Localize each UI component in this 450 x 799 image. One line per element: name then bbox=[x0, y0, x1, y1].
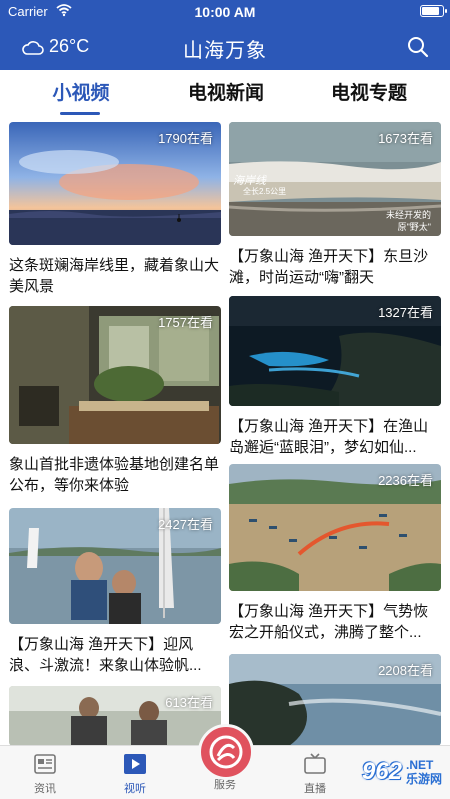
service-icon bbox=[209, 735, 243, 769]
app-title: 山海万象 bbox=[183, 40, 267, 62]
view-count: 1327在看 bbox=[378, 305, 433, 320]
nav-video[interactable]: 视听 bbox=[110, 752, 160, 796]
video-thumbnail[interactable]: 2208在看 bbox=[229, 654, 441, 746]
video-title[interactable]: 这条斑斓海岸线里，藏着象山大美风景 bbox=[9, 255, 221, 297]
category-tabs: 小视频 电视新闻 电视专题 bbox=[0, 70, 450, 118]
view-count: 1757在看 bbox=[158, 315, 213, 330]
video-title[interactable]: 【万象山海 渔开天下】东旦沙滩，时尚运动“嗨”翻天 bbox=[229, 246, 441, 288]
video-card[interactable]: 2236在看 【万象山海 渔开天下】气势恢宏之开船仪式，沸腾了整个... bbox=[229, 464, 441, 643]
tab-tv-news[interactable]: 电视新闻 bbox=[183, 78, 269, 105]
video-thumbnail[interactable]: 2236在看 bbox=[229, 464, 441, 591]
video-card[interactable]: 1790在看 这条斑斓海岸线里，藏着象山大美风景 bbox=[9, 122, 221, 297]
video-thumbnail[interactable]: 海岸线 全长2.5公里 未经开发的 原"野太" 1673在看 bbox=[229, 122, 441, 236]
image-caption: 原"野太" bbox=[397, 222, 431, 232]
video-card[interactable]: 1327在看 【万象山海 渔开天下】在渔山岛邂逅“蓝眼泪”，梦幻如仙... bbox=[229, 296, 441, 458]
video-thumbnail[interactable]: 1757在看 bbox=[9, 306, 221, 444]
video-title[interactable]: 【万象山海 渔开天下】气势恢宏之开船仪式，沸腾了整个... bbox=[229, 601, 441, 643]
tab-underline bbox=[60, 112, 100, 115]
video-thumbnail[interactable]: 613在看 bbox=[9, 686, 221, 746]
nav-live-label: 直播 bbox=[304, 783, 326, 795]
search-icon bbox=[408, 37, 429, 58]
video-card[interactable]: 1757在看 象山首批非遗体验基地创建名单公布，等你来体验 bbox=[9, 306, 221, 496]
watermark-domain: .NET bbox=[405, 758, 434, 772]
watermark: 962 .NET 乐游网 bbox=[362, 752, 442, 792]
nav-live[interactable]: 直播 bbox=[290, 752, 340, 796]
watermark-brand: 962 bbox=[361, 758, 402, 785]
play-icon bbox=[123, 752, 147, 776]
video-title[interactable]: 【万象山海 渔开天下】在渔山岛邂逅“蓝眼泪”，梦幻如仙... bbox=[229, 416, 441, 458]
video-card[interactable]: 2208在看 bbox=[229, 654, 441, 746]
view-count: 1790在看 bbox=[158, 131, 213, 146]
view-count: 1673在看 bbox=[378, 131, 433, 146]
battery-level bbox=[422, 7, 439, 15]
video-card[interactable]: 海岸线 全长2.5公里 未经开发的 原"野太" 1673在看 【万象山海 渔开天… bbox=[229, 122, 441, 288]
top-bar: Carrier 10:00 AM 26°C 山海万象 bbox=[0, 0, 450, 70]
view-count: 2427在看 bbox=[158, 517, 213, 532]
video-title[interactable]: 【万象山海 渔开天下】迎风浪、斗激流！来象山体验帆... bbox=[9, 634, 221, 676]
watermark-sub: 乐游网 bbox=[405, 772, 442, 786]
nav-news[interactable]: 资讯 bbox=[20, 752, 70, 796]
tab-short-video[interactable]: 小视频 bbox=[50, 78, 112, 105]
tv-icon bbox=[303, 752, 327, 776]
tab-tv-special[interactable]: 电视专题 bbox=[326, 78, 412, 105]
view-count: 2236在看 bbox=[378, 473, 433, 488]
news-icon bbox=[33, 752, 57, 776]
image-caption: 全长2.5公里 bbox=[243, 187, 287, 196]
view-count: 2208在看 bbox=[378, 663, 433, 678]
nav-news-label: 资讯 bbox=[34, 783, 56, 795]
video-thumbnail[interactable]: 1790在看 bbox=[9, 122, 221, 245]
video-thumbnail[interactable]: 2427在看 bbox=[9, 508, 221, 624]
nav-video-label: 视听 bbox=[124, 783, 146, 795]
service-button[interactable] bbox=[198, 724, 254, 780]
nav-service-label: 服务 bbox=[214, 779, 236, 791]
search-button[interactable] bbox=[406, 35, 430, 59]
status-bar: Carrier 10:00 AM bbox=[0, 0, 450, 24]
clock: 10:00 AM bbox=[194, 4, 256, 20]
video-card[interactable]: 613在看 bbox=[9, 686, 221, 746]
video-title[interactable]: 象山首批非遗体验基地创建名单公布，等你来体验 bbox=[9, 454, 221, 496]
header: 26°C 山海万象 bbox=[0, 24, 450, 70]
video-card[interactable]: 2427在看 【万象山海 渔开天下】迎风浪、斗激流！来象山体验帆... bbox=[9, 508, 221, 676]
battery-icon bbox=[420, 5, 447, 17]
video-thumbnail[interactable]: 1327在看 bbox=[229, 296, 441, 406]
view-count: 613在看 bbox=[165, 695, 213, 710]
